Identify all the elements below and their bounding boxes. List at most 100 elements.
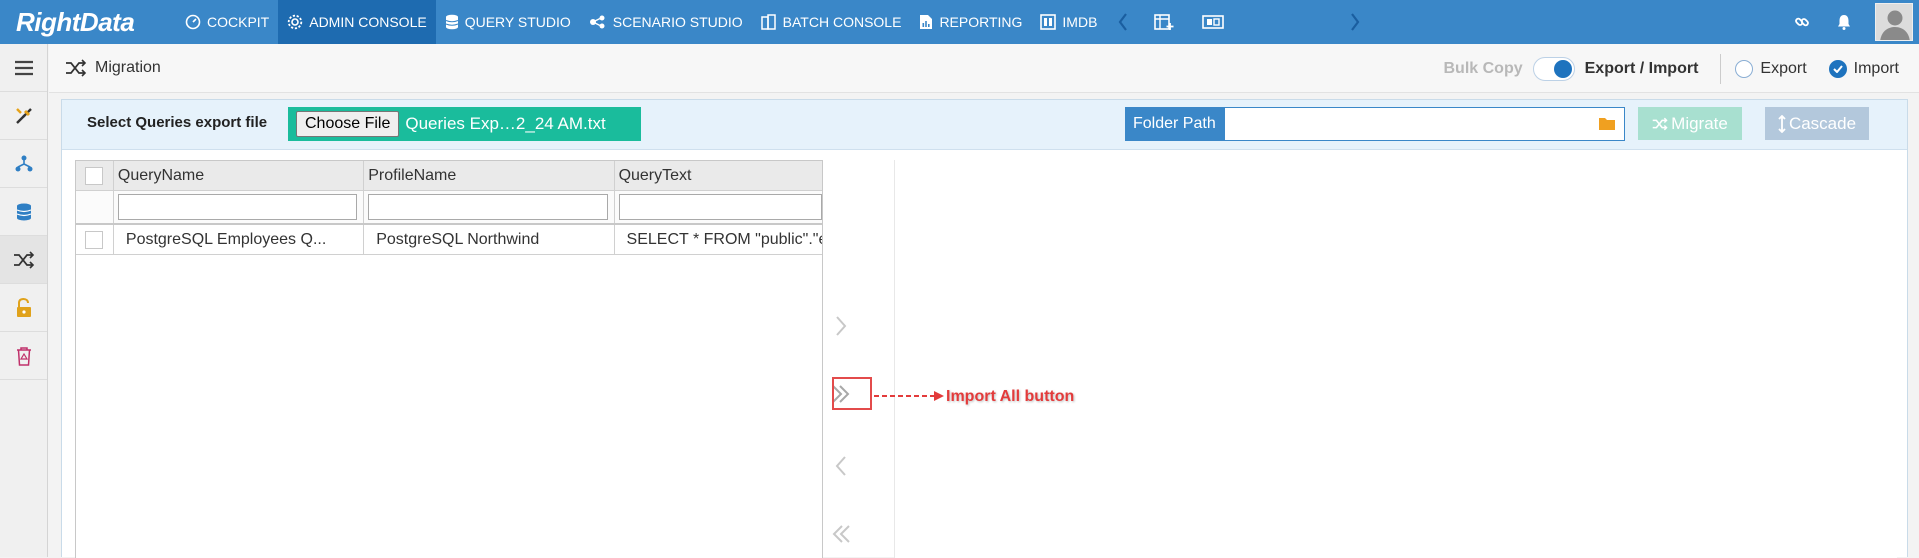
profile-name-cell[interactable]: PostgreSQL Northwind: [364, 225, 615, 254]
sidebar-menu-toggle[interactable]: [0, 44, 47, 92]
nav-right-tools: [1781, 0, 1919, 44]
avatar[interactable]: [1875, 3, 1913, 41]
sidebar-item-hierarchy[interactable]: [0, 140, 47, 188]
nav-scroll-left-button[interactable]: [1106, 0, 1140, 44]
column-header-query-text[interactable]: QueryText: [615, 161, 822, 190]
migrate-button-label: Migrate: [1671, 113, 1728, 133]
bulk-copy-label[interactable]: Bulk Copy: [1444, 60, 1523, 78]
sidebar-item-tools[interactable]: [0, 92, 47, 140]
column-header-profile-name[interactable]: ProfileName: [364, 161, 615, 190]
select-all-cell: [76, 161, 114, 190]
report-icon: [920, 15, 933, 29]
file-select-label: Select Queries export file: [87, 114, 268, 131]
migration-panel: Select Queries export file Choose File Q…: [61, 99, 1908, 558]
folder-icon[interactable]: [1598, 115, 1616, 131]
nav-item-label: IMDB: [1062, 14, 1098, 30]
profile-name-filter-input[interactable]: [368, 194, 608, 220]
recycle-bin-icon: [16, 346, 31, 366]
cascade-button[interactable]: Cascade: [1765, 107, 1869, 140]
export-radio[interactable]: [1735, 59, 1754, 78]
nav-item-imdb[interactable]: IMDB: [1031, 0, 1106, 44]
migrate-button[interactable]: Migrate: [1638, 107, 1742, 140]
choose-file-button[interactable]: Choose File: [296, 111, 400, 137]
nav-item-reporting[interactable]: REPORTING: [910, 0, 1031, 44]
cascade-button-label: Cascade: [1788, 113, 1857, 133]
nav-item-table-add[interactable]: [1140, 0, 1188, 44]
hamburger-icon: [14, 60, 33, 75]
import-radio-label[interactable]: Import: [1854, 60, 1899, 78]
nav-item-compare[interactable]: [1188, 0, 1238, 44]
remove-selected-button[interactable]: [834, 455, 848, 477]
export-radio-label[interactable]: Export: [1760, 60, 1806, 78]
query-name-cell[interactable]: PostgreSQL Employees Q...: [114, 225, 365, 254]
logo[interactable]: RightData: [0, 0, 176, 44]
breadcrumb-bar: Migration Bulk Copy Export / Import Expo…: [49, 44, 1919, 93]
nav-item-label: ADMIN CONSOLE: [309, 14, 427, 30]
select-all-checkbox[interactable]: [85, 166, 104, 185]
filter-spacer: [76, 191, 114, 223]
shuffle-icon: [1652, 117, 1668, 130]
left-sidebar: [0, 44, 48, 557]
column-header-query-name[interactable]: QueryName: [114, 161, 365, 190]
annotation-arrow: [874, 391, 944, 401]
migration-mode-selector: Bulk Copy Export / Import Export Import: [1444, 44, 1899, 93]
import-radio[interactable]: [1828, 59, 1847, 78]
nav-item-scenario-studio[interactable]: SCENARIO STUDIO: [580, 0, 752, 44]
gauge-icon: [185, 14, 201, 30]
nav-item-label: SCENARIO STUDIO: [612, 14, 743, 30]
bell-icon: [1838, 15, 1850, 30]
row-checkbox[interactable]: [85, 230, 104, 249]
query-text-filter-input[interactable]: [618, 194, 822, 220]
nav-item-query-studio[interactable]: QUERY STUDIO: [436, 0, 580, 44]
folder-path-group: Folder Path: [1125, 107, 1625, 141]
compare-icon: [1202, 15, 1225, 29]
queries-grid: QueryName ProfileName QueryText PostgreS…: [75, 160, 823, 558]
toggle-knob: [1553, 59, 1572, 78]
file-toolbar: Select Queries export file Choose File Q…: [62, 100, 1907, 150]
sidebar-item-databases[interactable]: [0, 188, 47, 236]
checkmark-icon: [1832, 64, 1843, 73]
divider: [1720, 53, 1722, 84]
nav-item-admin-console[interactable]: ADMIN CONSOLE: [278, 0, 436, 44]
nav-item-label: BATCH CONSOLE: [782, 14, 902, 30]
nav-item-batch-console[interactable]: BATCH CONSOLE: [752, 0, 911, 44]
folder-path-input[interactable]: [1223, 107, 1625, 141]
mode-toggle[interactable]: [1532, 56, 1575, 81]
gear-icon: [288, 14, 303, 30]
database-icon: [445, 14, 458, 30]
nav-item-label: REPORTING: [939, 14, 1023, 30]
import-all-highlight-box: [832, 377, 872, 410]
query-text-cell[interactable]: SELECT * FROM "public"."e: [615, 225, 822, 254]
row-select-cell: [76, 225, 114, 254]
sidebar-item-recycle-bin[interactable]: [0, 332, 47, 380]
scenario-icon: [589, 15, 605, 29]
grid-filter-row: [76, 191, 822, 225]
imdb-icon: [1040, 14, 1057, 30]
link-button[interactable]: [1781, 14, 1823, 30]
migration-shuffle-icon: [13, 250, 34, 269]
hierarchy-icon: [15, 155, 32, 171]
import-target-list[interactable]: [894, 160, 1897, 558]
query-name-filter-input[interactable]: [117, 194, 358, 220]
export-import-label[interactable]: Export / Import: [1585, 60, 1699, 78]
page-title: Migration: [95, 59, 161, 76]
batch-icon: [760, 14, 776, 30]
remove-all-button[interactable]: [830, 523, 852, 545]
import-selected-button[interactable]: [834, 315, 848, 337]
nav-item-cockpit[interactable]: COCKPIT: [176, 0, 278, 44]
sidebar-item-security[interactable]: [0, 284, 47, 332]
notifications-button[interactable]: [1823, 14, 1865, 30]
top-navbar: RightData COCKPIT ADMIN CONSOLE QUERY ST…: [0, 0, 1919, 44]
folder-path-label: Folder Path: [1125, 107, 1224, 141]
filter-cell: [364, 191, 615, 223]
nav-item-label: QUERY STUDIO: [464, 14, 571, 30]
selected-file-name: Queries Exp…2_24 AM.txt: [405, 114, 606, 133]
nav-scroll-right-button[interactable]: [1338, 0, 1372, 44]
breadcrumb: Migration: [49, 59, 161, 77]
chevron-left-icon: [1119, 13, 1128, 31]
grid-header-row: QueryName ProfileName QueryText: [76, 161, 822, 191]
table-row[interactable]: PostgreSQL Employees Q... PostgreSQL Nor…: [76, 225, 822, 255]
annotation-label: Import All button: [946, 388, 1075, 405]
file-input[interactable]: Choose File Queries Exp…2_24 AM.txt: [288, 107, 641, 141]
sidebar-item-migration[interactable]: [0, 236, 47, 284]
